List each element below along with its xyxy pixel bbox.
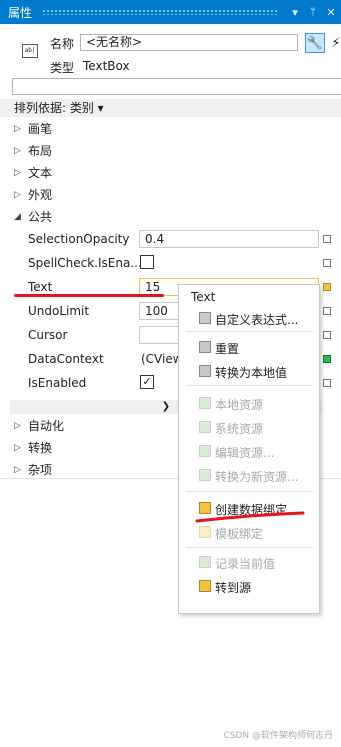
menu-item-icon (199, 341, 211, 353)
textbox-object-icon: ab| (22, 44, 38, 58)
category-layout[interactable]: ▷ 布局 (0, 140, 341, 162)
category-common[interactable]: ◢ 公共 (0, 206, 341, 228)
property-name: UndoLimit (28, 304, 90, 318)
menu-item-local-resource: 本地资源 (179, 392, 319, 414)
advanced-options-marker[interactable] (323, 379, 331, 387)
menu-item-go-to-source[interactable]: 转到源 (179, 575, 319, 597)
expand-icon: ▷ (14, 443, 21, 453)
menu-item-icon (199, 312, 211, 324)
context-menu: Text 自定义表达式... 重置 转换为本地值 本地资源 系统资源 编辑资源.… (178, 284, 320, 614)
advanced-options-marker[interactable] (323, 283, 331, 291)
expand-icon: ▷ (14, 168, 21, 178)
watermark: CSDN @软件架构师何志丹 (223, 731, 333, 741)
menu-item-label: 转到源 (215, 581, 252, 595)
menu-item-reset[interactable]: 重置 (179, 336, 319, 358)
category-label: 转换 (28, 441, 53, 455)
annotation-underline (14, 294, 164, 297)
menu-item-label: 自定义表达式... (215, 313, 299, 327)
menu-separator (186, 385, 314, 386)
pin-icon[interactable]: ᛘ (305, 7, 321, 18)
expand-icon: ▷ (14, 190, 21, 200)
advanced-options-marker[interactable] (323, 355, 331, 363)
menu-item-icon (199, 526, 211, 538)
menu-item-icon (199, 365, 211, 377)
collapse-icon: ◢ (14, 212, 21, 222)
context-menu-title: Text (191, 290, 216, 304)
property-name: Cursor (28, 328, 68, 342)
advanced-options-marker[interactable] (323, 331, 331, 339)
menu-separator (186, 331, 314, 332)
category-text[interactable]: ▷ 文本 (0, 162, 341, 184)
menu-item-label: 模板绑定 (215, 527, 264, 541)
category-label: 外观 (28, 188, 53, 202)
menu-item-label: 转换为新资源... (215, 470, 299, 484)
property-row: SelectionOpacity 0.4 (0, 227, 341, 251)
menu-item-record-current-value: 记录当前值 (179, 551, 319, 573)
events-icon[interactable]: ⚡ (329, 33, 341, 53)
property-value-input[interactable]: 0.4 (139, 230, 319, 248)
expand-icon: ▷ (14, 421, 21, 431)
menu-separator (186, 547, 314, 548)
menu-item-label: 系统资源 (215, 422, 264, 436)
menu-item-custom-expression[interactable]: 自定义表达式... (179, 307, 319, 329)
name-input[interactable]: <无名称> (80, 34, 298, 51)
name-label: 名称 (50, 37, 75, 51)
panel-title: 属性 (8, 5, 33, 20)
menu-item-icon (199, 397, 211, 409)
menu-item-label: 重置 (215, 342, 240, 356)
menu-item-label: 记录当前值 (215, 557, 276, 571)
wrench-icon[interactable]: 🔧 (305, 33, 325, 53)
property-name: Text (28, 280, 53, 294)
titlebar-grip[interactable] (42, 9, 279, 15)
panel-titlebar: 属性 ▾ ᛘ ✕ (0, 0, 341, 24)
category-label: 文本 (28, 166, 53, 180)
advanced-options-marker[interactable] (323, 307, 331, 315)
expand-icon: ▷ (14, 124, 21, 134)
menu-item-edit-resource: 编辑资源... (179, 440, 319, 462)
property-name: DataContext (28, 352, 104, 366)
type-label: 类型 (50, 61, 75, 75)
menu-item-label: 编辑资源... (215, 446, 275, 460)
property-name: SelectionOpacity (28, 232, 130, 246)
category-label: 画笔 (28, 122, 53, 136)
annotation-underline (195, 511, 305, 523)
menu-item-template-binding: 模板绑定 (179, 521, 319, 543)
menu-item-label: 转换为本地值 (215, 366, 288, 380)
category-brush[interactable]: ▷ 画笔 (0, 118, 341, 140)
property-checkbox[interactable] (140, 255, 154, 269)
property-name: IsEnabled (28, 376, 87, 390)
expand-icon: ▷ (14, 146, 21, 156)
category-label: 自动化 (28, 419, 65, 433)
property-row: SpellCheck.IsEna... (0, 251, 341, 275)
menu-item-icon (199, 556, 211, 568)
dropdown-icon[interactable]: ▾ (287, 6, 303, 19)
menu-item-icon (199, 421, 211, 433)
category-appearance[interactable]: ▷ 外观 (0, 184, 341, 206)
advanced-options-marker[interactable] (323, 259, 331, 267)
category-label: 公共 (28, 210, 53, 224)
menu-item-convert-to-new-resource: 转换为新资源... (179, 464, 319, 486)
category-label: 布局 (28, 144, 53, 158)
menu-separator (186, 491, 314, 492)
menu-item-label: 本地资源 (215, 398, 264, 412)
property-name: SpellCheck.IsEna... (28, 256, 142, 270)
menu-item-convert-to-local[interactable]: 转换为本地值 (179, 360, 319, 382)
property-search-input[interactable] (12, 78, 341, 95)
menu-item-system-resource: 系统资源 (179, 416, 319, 438)
menu-item-icon (199, 445, 211, 457)
close-icon[interactable]: ✕ (323, 6, 339, 19)
property-checkbox[interactable]: ✓ (140, 375, 154, 389)
menu-item-icon (199, 580, 211, 592)
menu-item-icon (199, 469, 211, 481)
arrange-by-dropdown[interactable]: 排列依据: 类别 ▾ (0, 99, 341, 117)
type-value: TextBox (83, 59, 130, 73)
advanced-options-marker[interactable] (323, 235, 331, 243)
